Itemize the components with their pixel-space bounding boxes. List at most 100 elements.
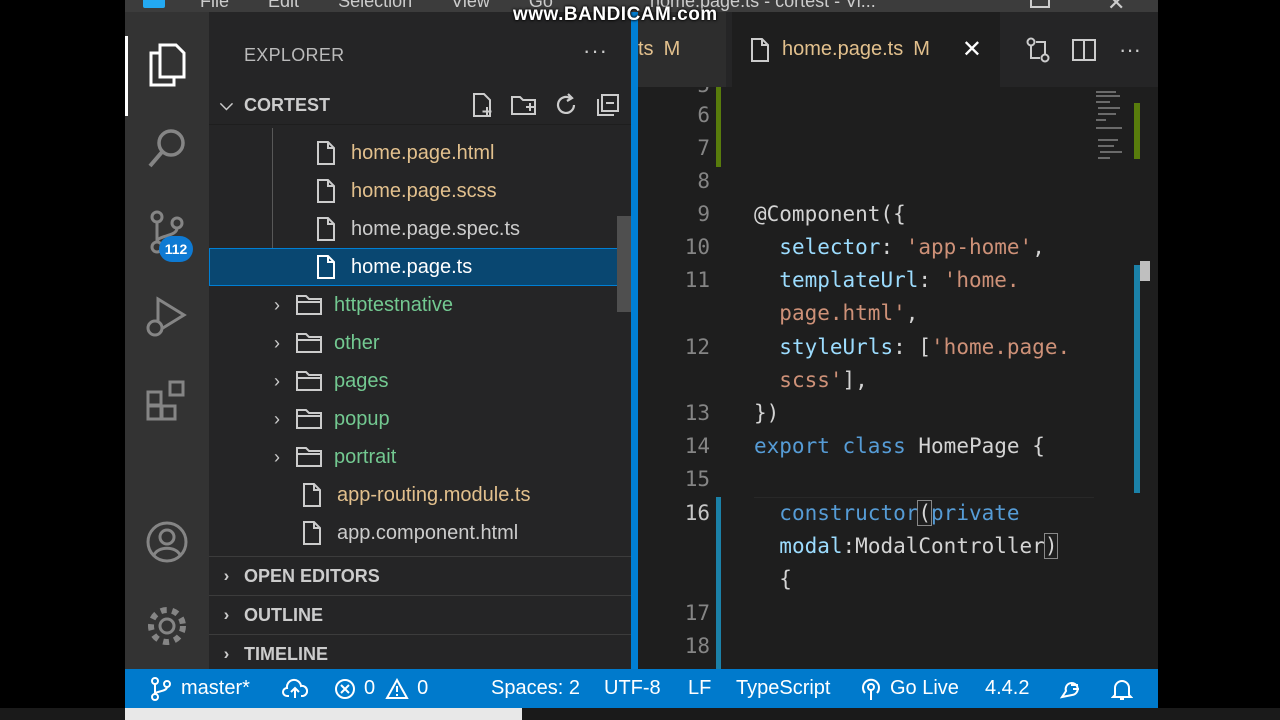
branch-status[interactable]: master* bbox=[149, 669, 250, 708]
chevron-right-icon: › bbox=[223, 605, 230, 624]
code-line: templateUrl: 'home. bbox=[779, 268, 1020, 292]
go-live-label: Go Live bbox=[890, 677, 959, 699]
folder-icon bbox=[296, 292, 322, 318]
close-icon[interactable]: ✕ bbox=[962, 35, 982, 64]
split-editor-icon[interactable] bbox=[1068, 34, 1100, 66]
chevron-right-icon: › bbox=[274, 408, 280, 429]
tree-folder-httptestnative[interactable]: › httptestnative bbox=[209, 286, 631, 324]
line-number: 7 bbox=[697, 136, 710, 160]
tree-file-app-component-html[interactable]: app.component.html bbox=[209, 514, 631, 552]
new-file-icon[interactable] bbox=[467, 90, 497, 120]
problems-status[interactable]: 0 0 bbox=[334, 669, 428, 708]
file-name: home.page.spec.ts bbox=[351, 217, 520, 240]
notifications-button[interactable] bbox=[1111, 669, 1141, 708]
tab-home-page-ts[interactable]: home.page.ts M ✕ bbox=[732, 12, 1000, 87]
root-folder-header[interactable]: ⌵ CORTEST bbox=[209, 86, 631, 125]
minimap[interactable] bbox=[1094, 87, 1124, 669]
file-icon bbox=[313, 216, 339, 242]
warning-count: 0 bbox=[417, 677, 429, 699]
code-editor[interactable]: 5 6 7 8 9 10 11 12 13 14 15 16 17 18 @Co… bbox=[638, 87, 1158, 669]
scrollbar-thumb[interactable] bbox=[1140, 261, 1150, 281]
extensions-icon bbox=[146, 380, 185, 421]
tree-folder-portrait[interactable]: › portrait bbox=[209, 438, 631, 476]
new-folder-icon[interactable] bbox=[509, 90, 539, 120]
run-debug-activity[interactable] bbox=[125, 276, 209, 356]
chevron-right-icon: › bbox=[223, 566, 230, 585]
line-number: 9 bbox=[697, 202, 710, 226]
taskbar-strip bbox=[0, 708, 1280, 720]
menu-selection[interactable]: Selection bbox=[338, 0, 412, 11]
tree-folder-other[interactable]: › other bbox=[209, 324, 631, 362]
gear-icon bbox=[148, 607, 186, 645]
taskbar-search-area bbox=[125, 708, 522, 720]
folder-icon bbox=[296, 406, 322, 432]
activity-bar: 112 bbox=[125, 12, 209, 669]
explorer-activity[interactable] bbox=[125, 24, 209, 116]
close-window-icon[interactable]: ✕ bbox=[1107, 0, 1125, 12]
editor-actions: ··· bbox=[1022, 34, 1158, 66]
menu-file[interactable]: File bbox=[200, 0, 229, 11]
encoding-status[interactable]: UTF-8 bbox=[604, 669, 661, 708]
folder-name: portrait bbox=[334, 445, 397, 468]
more-icon[interactable]: ··· bbox=[1114, 34, 1146, 66]
error-icon bbox=[335, 678, 355, 699]
cloud-upload-icon bbox=[282, 678, 308, 698]
menu-view[interactable]: View bbox=[451, 0, 490, 11]
tree-file-home-page-spec-ts[interactable]: home.page.spec.ts bbox=[209, 210, 631, 248]
sync-status[interactable] bbox=[282, 669, 316, 708]
code-line: modal:ModalController) bbox=[779, 533, 1059, 559]
outline-section[interactable]: › OUTLINE bbox=[209, 595, 631, 634]
menu-edit[interactable]: Edit bbox=[268, 0, 299, 11]
sidebar-scrollbar[interactable] bbox=[617, 216, 631, 312]
code-line: }) bbox=[754, 401, 780, 425]
go-live-button[interactable]: Go Live bbox=[860, 669, 959, 708]
file-name: home.page.scss bbox=[351, 179, 497, 202]
code-line: constructor(private bbox=[779, 500, 1020, 526]
file-icon bbox=[299, 520, 325, 546]
open-editors-section[interactable]: › OPEN EDITORS bbox=[209, 556, 631, 595]
maximize-icon[interactable] bbox=[1030, 0, 1050, 8]
code-line: scss'], bbox=[779, 368, 868, 392]
line-number: 17 bbox=[684, 601, 710, 625]
ts-version-status[interactable]: 4.4.2 bbox=[985, 669, 1029, 708]
accounts-activity[interactable] bbox=[125, 502, 209, 582]
code-line: page.html', bbox=[779, 301, 919, 325]
line-number: 16 bbox=[684, 501, 710, 525]
indentation-status[interactable]: Spaces: 2 bbox=[491, 669, 580, 708]
tree-folder-pages[interactable]: › pages bbox=[209, 362, 631, 400]
file-name: home.page.ts bbox=[351, 255, 473, 278]
search-activity[interactable] bbox=[125, 108, 209, 188]
tree-file-home-page-ts[interactable]: home.page.ts M bbox=[209, 248, 631, 286]
collapse-all-icon[interactable] bbox=[593, 90, 623, 120]
chevron-right-icon: › bbox=[274, 446, 280, 467]
tree-file-home-page-scss[interactable]: home.page.scss M bbox=[209, 172, 631, 210]
code-line: @Component({ bbox=[754, 202, 906, 226]
file-name: app-routing.module.ts bbox=[337, 483, 531, 506]
feedback-icon bbox=[1059, 681, 1079, 698]
eol-status[interactable]: LF bbox=[688, 669, 711, 708]
folder-name: popup bbox=[334, 407, 390, 430]
current-line-highlight bbox=[754, 497, 1094, 498]
scrollbar-added-marker bbox=[1134, 103, 1140, 159]
source-control-badge: 112 bbox=[159, 236, 193, 262]
language-status[interactable]: TypeScript bbox=[736, 669, 830, 708]
tree-file-app-routing-module-ts[interactable]: app-routing.module.ts M bbox=[209, 476, 631, 514]
extensions-activity[interactable] bbox=[125, 360, 209, 440]
refresh-icon[interactable] bbox=[551, 90, 581, 120]
sidebar-sash[interactable] bbox=[631, 12, 638, 669]
editor-scrollbar[interactable] bbox=[1134, 87, 1150, 669]
run-debug-icon bbox=[146, 296, 187, 337]
more-actions-icon[interactable]: ··· bbox=[583, 38, 608, 64]
section-label: OPEN EDITORS bbox=[244, 565, 380, 586]
line-number: 8 bbox=[697, 169, 710, 193]
explorer-sidebar: EXPLORER ··· ⌵ CORTEST home.page.html M … bbox=[209, 12, 631, 669]
manage-activity[interactable] bbox=[125, 586, 209, 666]
tree-folder-popup[interactable]: › popup bbox=[209, 400, 631, 438]
chevron-down-icon: ⌵ bbox=[220, 95, 233, 114]
file-icon bbox=[313, 140, 339, 166]
code-line: selector: 'app-home', bbox=[779, 235, 1045, 259]
tree-file-home-page-html[interactable]: home.page.html M bbox=[209, 134, 631, 172]
feedback-button[interactable] bbox=[1058, 669, 1090, 708]
open-changes-icon[interactable] bbox=[1022, 34, 1054, 66]
timeline-section[interactable]: › TIMELINE bbox=[209, 634, 631, 669]
